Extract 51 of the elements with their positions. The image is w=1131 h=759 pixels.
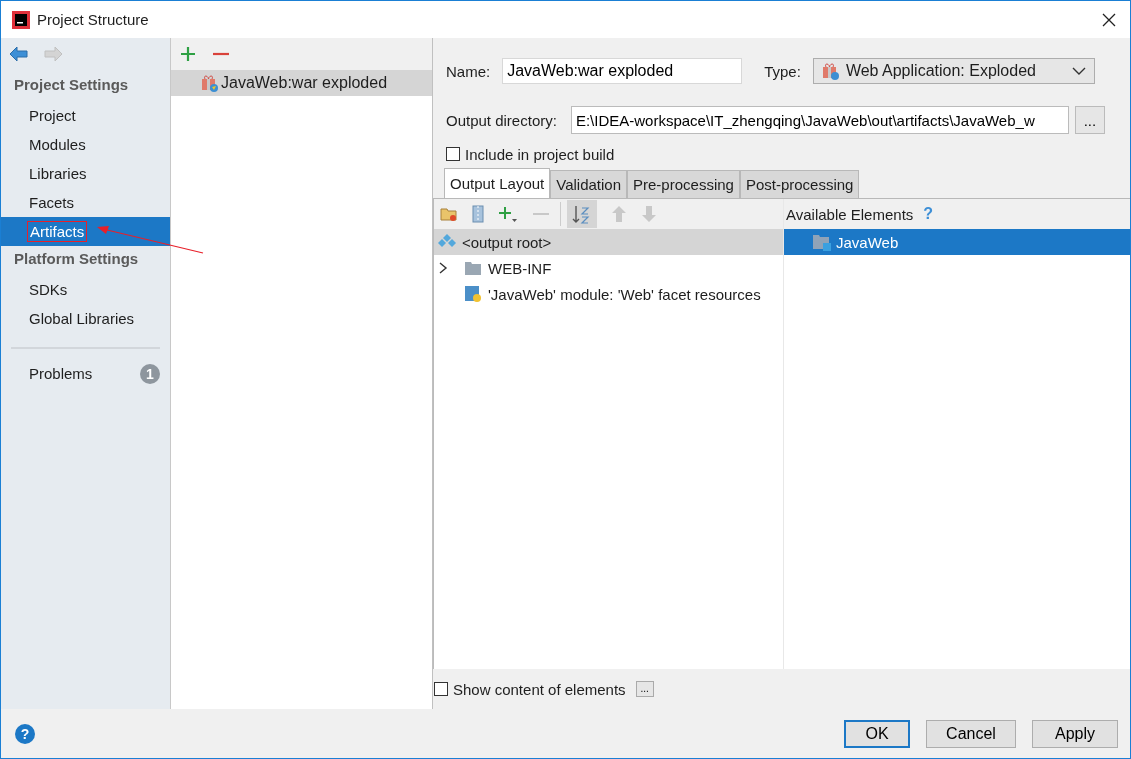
- type-dropdown[interactable]: Web Application: Exploded: [812, 58, 1095, 84]
- archive-icon[interactable]: [472, 205, 484, 223]
- include-checkbox[interactable]: Include in project build: [433, 142, 1130, 166]
- sort-icon[interactable]: [567, 200, 597, 228]
- module-icon: [464, 285, 482, 303]
- tab[interactable]: Output Layout: [444, 168, 551, 198]
- section-header: Platform Settings: [13, 249, 140, 269]
- tab[interactable]: Post-processing: [739, 170, 860, 198]
- forward-arrow-icon[interactable]: [43, 46, 63, 62]
- output-directory-field[interactable]: E:\IDEA-workspace\IT_zhengqing\JavaWeb\out\artifacts\JavaWeb_w: [570, 106, 1069, 134]
- add-icon[interactable]: [498, 205, 518, 223]
- tree-item[interactable]: <output root>: [434, 229, 783, 255]
- show-content-checkbox[interactable]: Show content of elements: [434, 680, 626, 698]
- back-arrow-icon[interactable]: [9, 46, 29, 62]
- tree-item[interactable]: WEB-INF: [434, 255, 783, 281]
- browse-button[interactable]: ...: [1074, 106, 1105, 134]
- type-label: Type:: [764, 62, 801, 80]
- add-icon[interactable]: [180, 46, 196, 62]
- available-element[interactable]: JavaWeb: [784, 229, 1130, 255]
- section-header: Project Settings: [13, 75, 130, 95]
- gift-icon: [821, 62, 840, 80]
- dialog-button[interactable]: OK: [844, 719, 910, 748]
- available-elements-title: Available Elements: [786, 205, 914, 223]
- dialog-button[interactable]: Apply: [1032, 719, 1118, 748]
- sidebar-item[interactable]: Libraries: [1, 159, 170, 188]
- sidebar-item[interactable]: Problems: [29, 365, 93, 382]
- gift-icon: [201, 74, 219, 92]
- module-folder-icon: [812, 233, 832, 251]
- close-icon[interactable]: [1102, 12, 1116, 27]
- sidebar-item[interactable]: Facets: [1, 188, 170, 217]
- chevron-down-icon: [1071, 66, 1086, 76]
- output-directory-label: Output directory:: [446, 111, 557, 129]
- name-field[interactable]: JavaWeb:war exploded: [502, 58, 743, 84]
- tab[interactable]: Pre-processing: [627, 170, 740, 198]
- name-label: Name:: [446, 62, 491, 80]
- problem-count-badge: 1: [140, 363, 160, 384]
- app-icon: [11, 9, 31, 30]
- folder-icon: [464, 260, 482, 276]
- sidebar-item[interactable]: Project: [1, 101, 170, 130]
- window-title: Project Structure: [37, 11, 150, 28]
- folder-icon[interactable]: [440, 206, 458, 222]
- more-button[interactable]: ...: [635, 681, 654, 697]
- tree-item[interactable]: 'JavaWeb' module: 'Web' facet resources: [434, 281, 783, 307]
- dialog-button[interactable]: Cancel: [926, 719, 1016, 748]
- help-button[interactable]: ?: [15, 723, 35, 744]
- sidebar-item[interactable]: SDKs: [1, 275, 170, 304]
- artifact-item[interactable]: JavaWeb:war exploded: [171, 70, 432, 96]
- sidebar-item[interactable]: Global Libraries: [1, 304, 170, 333]
- tab[interactable]: Validation: [550, 170, 627, 198]
- sidebar-item[interactable]: Artifacts: [1, 217, 170, 246]
- sidebar-item[interactable]: Modules: [1, 130, 170, 159]
